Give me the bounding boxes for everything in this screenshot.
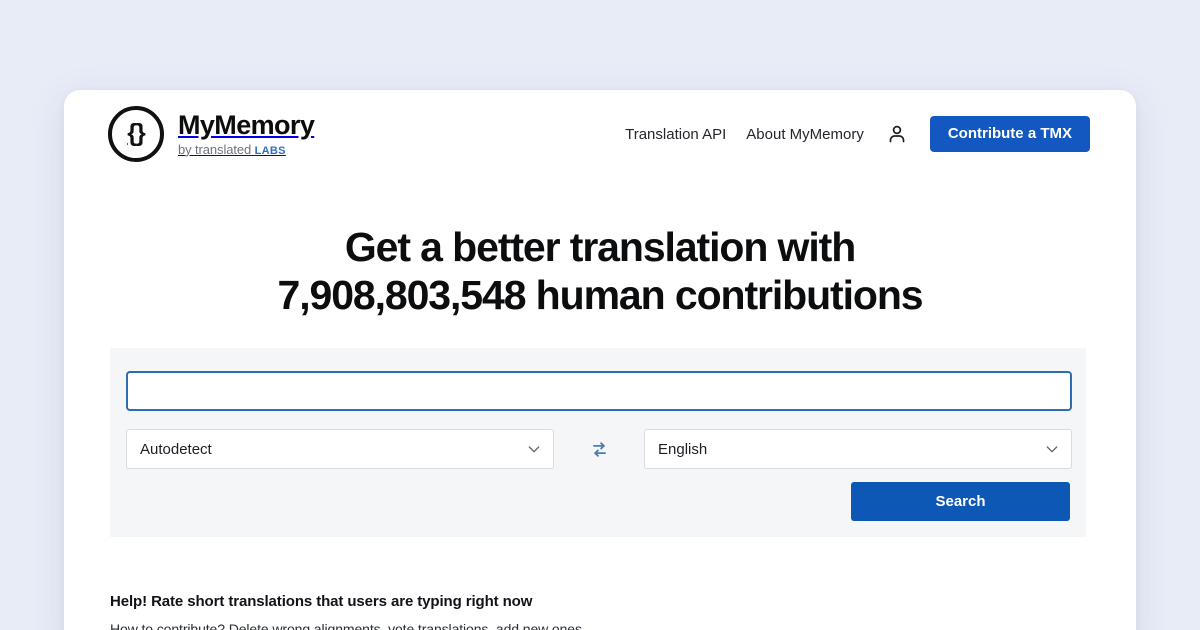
contribution-teaser: Help! Rate short translations that users… [110,593,1086,630]
target-language-value[interactable]: English [644,429,1072,469]
page-title-line-2: 7,908,803,548 human contributions [277,271,924,318]
nav-item-translation-api[interactable]: Translation API [625,126,726,143]
nav-item-about-mymemory[interactable]: About MyMemory [746,126,864,143]
brand-logo-link[interactable]: {} MyMemory by translated LABS [108,106,315,162]
search-button[interactable]: Search [851,482,1070,521]
brand-subtitle: by translated LABS [178,142,314,157]
teaser-subtitle: How to contribute? Delete wrong alignmen… [110,621,582,630]
translation-search-panel: Autodetect English Search [110,348,1086,537]
teaser-title: Help! Rate short translations that users… [110,593,533,610]
primary-nav: Translation API About MyMemory Contribut… [625,116,1090,152]
swap-languages-button[interactable] [554,429,644,469]
swap-horizontal-icon [592,441,606,457]
hero-section: Get a better translation with 7,908,803,… [64,224,1136,320]
page-title: Get a better translation with 7,908,803,… [104,224,1096,320]
brand-subtitle-labs: LABS [254,144,286,157]
browser-card: {} MyMemory by translated LABS Translati… [64,90,1136,630]
site-header: {} MyMemory by translated LABS Translati… [64,90,1136,178]
language-selection-row: Autodetect English [126,429,1072,469]
page-root: {} MyMemory by translated LABS Translati… [0,0,1200,630]
user-icon [889,125,905,143]
braces-logo-icon: {} [108,106,164,162]
target-language-select[interactable]: English [644,429,1072,469]
page-title-line-1: Get a better translation with [344,224,856,270]
source-language-value[interactable]: Autodetect [126,429,554,469]
search-input[interactable] [126,371,1072,411]
account-button[interactable] [884,123,910,145]
source-language-select[interactable]: Autodetect [126,429,554,469]
braces-logo-glyph: {} [127,118,145,147]
brand-subtitle-prefix: by translated [178,141,252,157]
brand-name: MyMemory [178,110,315,141]
brand-text: MyMemory by translated LABS [178,110,315,157]
contribute-tmx-button[interactable]: Contribute a TMX [929,116,1090,152]
